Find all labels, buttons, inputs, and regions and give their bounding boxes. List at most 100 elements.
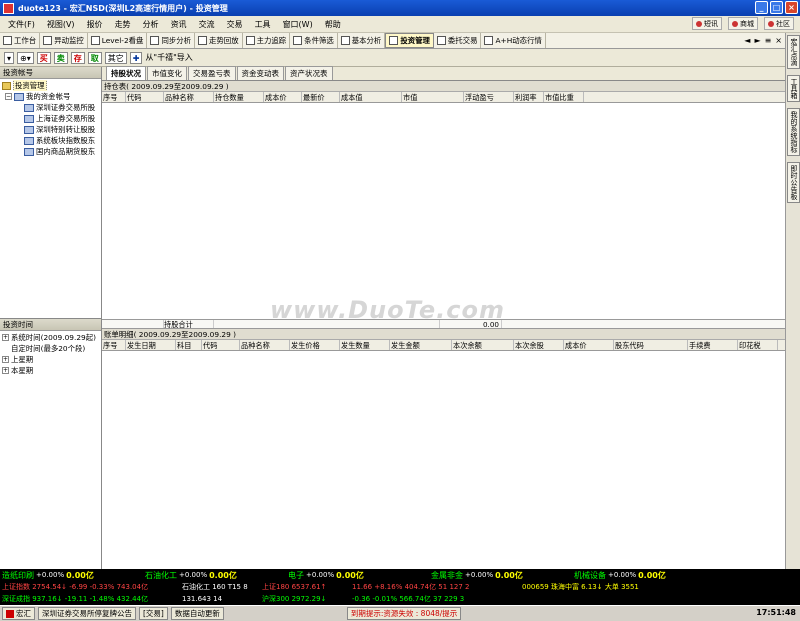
- withdraw-button[interactable]: 取: [87, 51, 102, 64]
- col-header[interactable]: 代码: [126, 92, 164, 102]
- time-this-week[interactable]: + 本星期: [2, 365, 99, 376]
- add-dropdown-icon[interactable]: ⊕▾: [17, 51, 34, 64]
- holdings-grid[interactable]: [102, 103, 785, 319]
- ticker-sector[interactable]: 金属非金 +0.00% 0.00亿: [429, 570, 572, 581]
- tab-ah[interactable]: A+H动态行情: [481, 33, 546, 48]
- import-label[interactable]: 从"千禧"导入: [145, 52, 192, 63]
- menu-tools[interactable]: 工具: [255, 19, 271, 30]
- col-header[interactable]: 序号: [102, 92, 126, 102]
- menu-help[interactable]: 帮助: [325, 19, 341, 30]
- ticker-item[interactable]: 深证成指 937.16↓ -19.11 -1.48% 432.44亿: [0, 594, 180, 604]
- community-link[interactable]: 社区: [764, 17, 794, 30]
- close-button[interactable]: ×: [785, 1, 798, 14]
- col-header[interactable]: 发生数量: [340, 340, 390, 350]
- subtab-holdings[interactable]: 持股状况: [106, 66, 146, 80]
- menu-exchange[interactable]: 交流: [199, 19, 215, 30]
- col-header[interactable]: 成本价: [264, 92, 302, 102]
- col-header[interactable]: 代码: [202, 340, 240, 350]
- maximize-button[interactable]: □: [770, 1, 783, 14]
- col-header[interactable]: 品种名称: [240, 340, 290, 350]
- col-header[interactable]: 手续费: [688, 340, 738, 350]
- ticker-item[interactable]: -0.36 -0.01% 566.74亿 37 229 3: [350, 594, 520, 604]
- menu-trend[interactable]: 走势: [115, 19, 131, 30]
- expand-icon[interactable]: +: [2, 334, 9, 341]
- sidetab-tips[interactable]: 宏汇点滴: [787, 35, 800, 69]
- subtab-pnl[interactable]: 交易盈亏表: [188, 66, 236, 80]
- tree-node-my-account[interactable]: − 我的资金帐号: [2, 91, 99, 102]
- ticker-item[interactable]: 000659 珠海中富 6.13↓ 大单 3551: [520, 582, 700, 592]
- taskbar-item[interactable]: 深圳证券交易所停复牌公告: [38, 607, 136, 620]
- tab-level2[interactable]: Level-2看盘: [88, 33, 148, 48]
- sms-link[interactable]: 短讯: [692, 17, 722, 30]
- col-header[interactable]: 印花税: [738, 340, 778, 350]
- col-header[interactable]: 市值比重: [544, 92, 584, 102]
- time-last-week[interactable]: + 上星期: [2, 354, 99, 365]
- col-header[interactable]: 品种名称: [164, 92, 214, 102]
- start-button[interactable]: 宏汇: [2, 607, 35, 620]
- col-header[interactable]: 利润率: [514, 92, 544, 102]
- col-header[interactable]: 持仓数量: [214, 92, 264, 102]
- col-header[interactable]: 发生日期: [126, 340, 176, 350]
- minimize-button[interactable]: _: [755, 1, 768, 14]
- collapse-icon[interactable]: −: [5, 93, 12, 100]
- tree-node-sh[interactable]: 上海证券交易所股: [2, 113, 99, 124]
- taskbar-item[interactable]: [交易]: [139, 607, 168, 620]
- ticker-item[interactable]: 沪深300 2972.29↓: [260, 594, 350, 604]
- import-icon[interactable]: ✚: [129, 51, 143, 64]
- sell-button[interactable]: 卖: [53, 51, 68, 64]
- menu-info[interactable]: 资讯: [171, 19, 187, 30]
- tree-node-investment[interactable]: 投资管理: [2, 80, 99, 91]
- col-header[interactable]: 成本价: [564, 340, 614, 350]
- menu-quote[interactable]: 报价: [87, 19, 103, 30]
- time-custom[interactable]: 自定时间(最多20个段): [2, 343, 99, 354]
- other-button[interactable]: 其它: [104, 51, 127, 64]
- ticker-item[interactable]: 上证180 6537.61↑: [260, 582, 350, 592]
- menu-file[interactable]: 文件(F): [8, 19, 35, 30]
- subtab-market-value[interactable]: 市值变化: [147, 66, 187, 80]
- subtab-assets[interactable]: 资产状况表: [285, 66, 333, 80]
- col-header[interactable]: 成本值: [340, 92, 402, 102]
- mall-link[interactable]: 商城: [728, 17, 758, 30]
- expand-icon[interactable]: +: [2, 356, 9, 363]
- time-system[interactable]: + 系统时间(2009.09.29起): [2, 332, 99, 343]
- tab-workbench[interactable]: 工作台: [0, 33, 41, 48]
- tab-filter[interactable]: 条件筛选: [290, 33, 338, 48]
- sidetab-toolbox[interactable]: 工具箱: [787, 75, 800, 102]
- tree-node-sz[interactable]: 深圳证券交易所股: [2, 102, 99, 113]
- menu-analysis[interactable]: 分析: [143, 19, 159, 30]
- tab-order[interactable]: 委托交易: [434, 33, 482, 48]
- col-header[interactable]: 序号: [102, 340, 126, 350]
- menu-window[interactable]: 窗口(W): [283, 19, 313, 30]
- tab-close-icon[interactable]: ×: [775, 36, 782, 45]
- ticker-item[interactable]: 石油化工 160 T15 8: [180, 582, 260, 592]
- sidetab-notices[interactable]: 即时公告板: [787, 162, 800, 203]
- status-warning[interactable]: 到期提示:资源失效 : 8048/提示: [346, 607, 462, 620]
- subtab-cash-flow[interactable]: 资金变动表: [236, 66, 284, 80]
- tab-prev-icon[interactable]: ◄: [744, 36, 750, 45]
- tab-monitor[interactable]: 异动监控: [40, 33, 88, 48]
- ticker-item[interactable]: 131.643 14: [180, 595, 260, 603]
- ticker-item[interactable]: 11.66 +8.16% 404.74亿 51 127 2: [350, 582, 520, 592]
- tab-next-icon[interactable]: ►: [754, 36, 760, 45]
- ticker-sector[interactable]: 造纸印刷 +0.00% 0.00亿: [0, 570, 143, 581]
- tree-node-futures[interactable]: 国内商品期货股东: [2, 146, 99, 157]
- tab-fundamental[interactable]: 基本分析: [338, 33, 386, 48]
- col-header[interactable]: 最新价: [302, 92, 340, 102]
- col-header[interactable]: 本次余股: [514, 340, 564, 350]
- tab-investment[interactable]: 投资管理: [385, 33, 434, 48]
- deposit-button[interactable]: 存: [70, 51, 85, 64]
- col-header[interactable]: 发生金额: [390, 340, 452, 350]
- tree-node-sz-special[interactable]: 深圳特别转让股股: [2, 124, 99, 135]
- buy-button[interactable]: 买: [36, 51, 51, 64]
- ticker-sector[interactable]: 石油化工 +0.00% 0.00亿: [143, 570, 286, 581]
- col-header[interactable]: 发生价格: [290, 340, 340, 350]
- account-dropdown-icon[interactable]: ▾: [4, 51, 15, 64]
- sidetab-indicators[interactable]: 我的系统指标: [787, 108, 800, 156]
- ticker-sector[interactable]: 电子 +0.00% 0.00亿: [286, 570, 429, 581]
- ticker-item[interactable]: 上证指数 2754.54↓ -6.99 -0.33% 743.04亿: [0, 582, 180, 592]
- ticker-sector[interactable]: 机械设备 +0.00% 0.00亿: [572, 570, 715, 581]
- menu-view[interactable]: 视图(V): [47, 19, 75, 30]
- tab-replay[interactable]: 走势回放: [195, 33, 243, 48]
- col-header[interactable]: 本次余额: [452, 340, 514, 350]
- tree-node-index[interactable]: 系统板块指数股东: [2, 135, 99, 146]
